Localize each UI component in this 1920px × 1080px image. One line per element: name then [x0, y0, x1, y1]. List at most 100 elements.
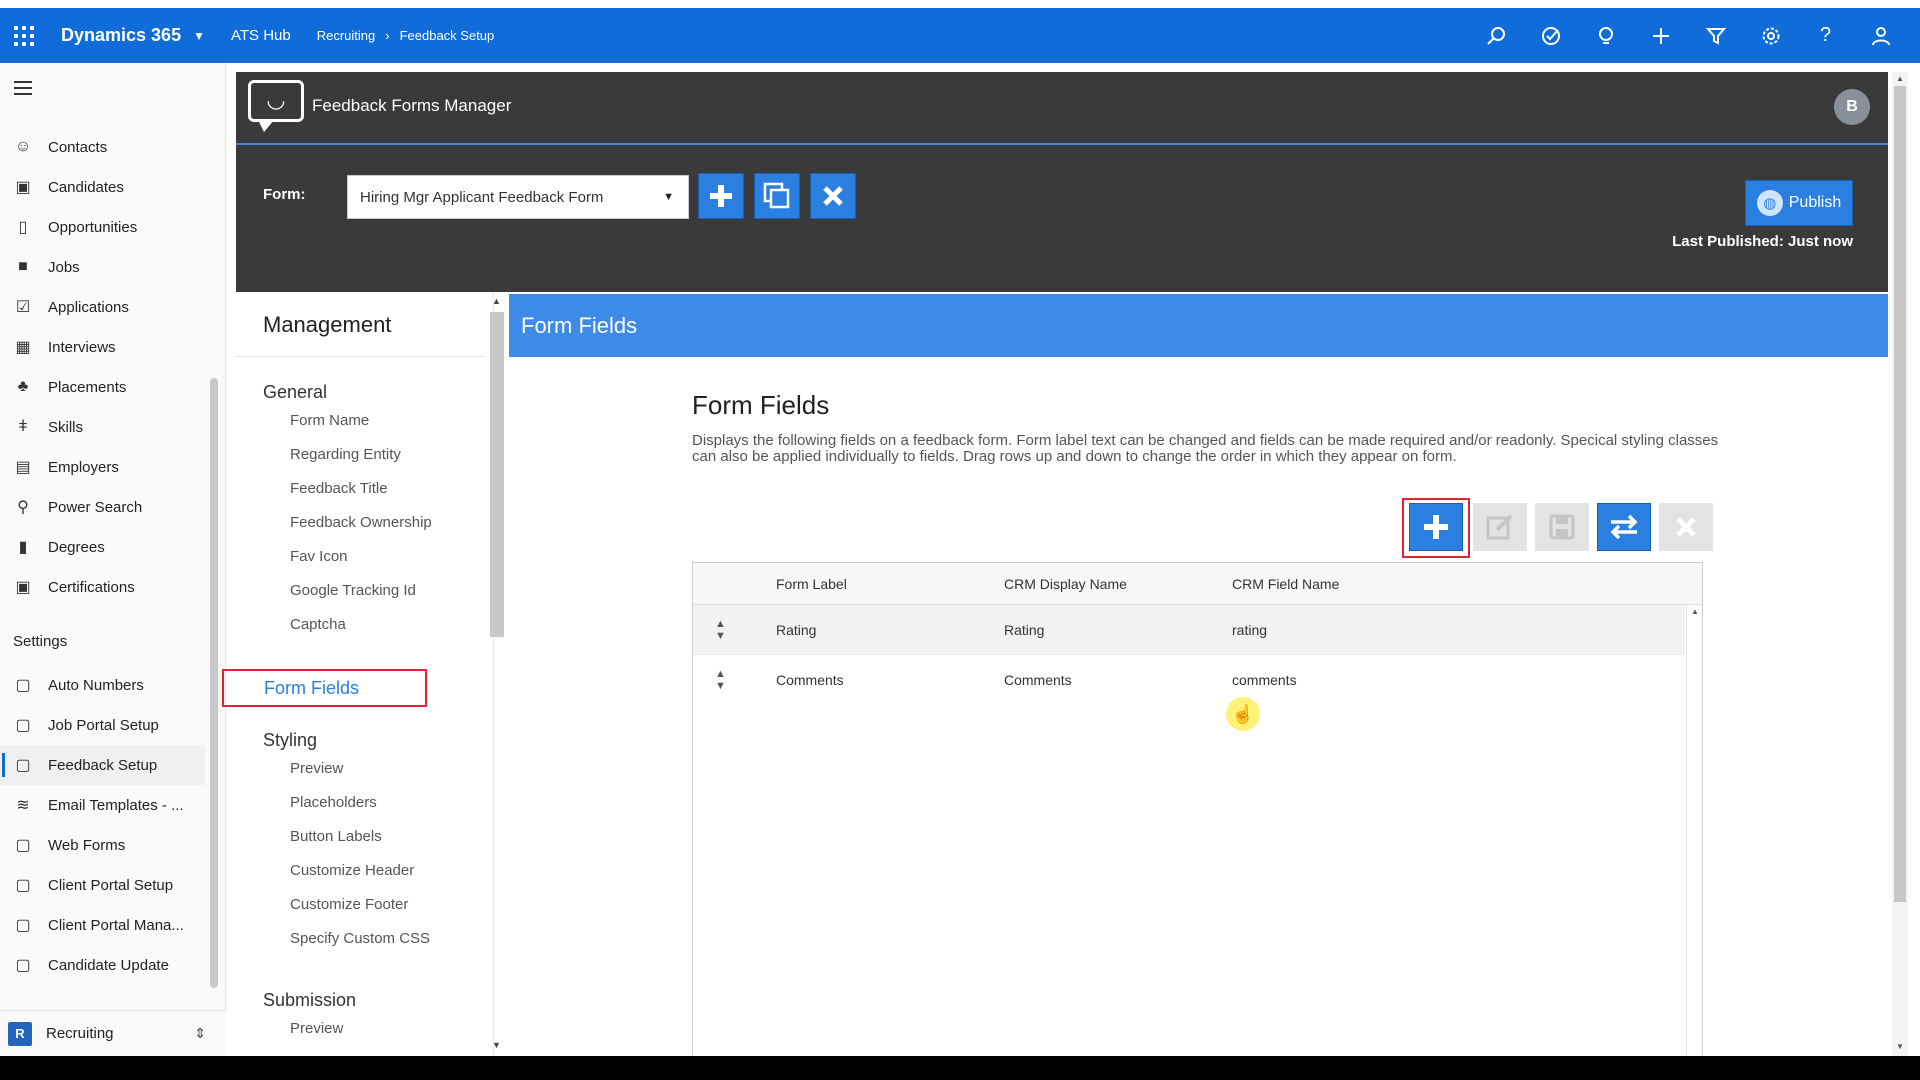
mgmt-item-fav-icon[interactable]: Fav Icon: [290, 548, 348, 565]
column-header-crm-display-name[interactable]: CRM Display Name: [1004, 563, 1127, 604]
grid-scrollbar[interactable]: ▲: [1686, 605, 1702, 1056]
sidebar-item-web-forms[interactable]: ▢ Web Forms: [0, 825, 205, 865]
sidebar-item-jobs[interactable]: ■ Jobs: [0, 247, 205, 287]
mgmt-item-captcha[interactable]: Captcha: [290, 616, 346, 633]
edit-field-button[interactable]: [1473, 503, 1527, 551]
breadcrumb-page: Feedback Setup: [399, 28, 495, 43]
mgmt-item-submission-preview[interactable]: Preview: [290, 1020, 343, 1037]
save-field-button[interactable]: [1535, 503, 1589, 551]
lightbulb-icon[interactable]: [1578, 26, 1633, 46]
area-switcher[interactable]: R Recruiting ⇕: [0, 1010, 226, 1056]
sidebar-item-label: Candidate Update: [48, 956, 169, 974]
sidebar-item-certifications[interactable]: ▣ Certifications: [0, 567, 205, 607]
hamburger-menu-icon[interactable]: [14, 81, 32, 99]
publish-button[interactable]: ◍ Publish: [1745, 180, 1853, 226]
search-icon[interactable]: [1468, 26, 1523, 46]
mgmt-item-placeholders[interactable]: Placeholders: [290, 794, 377, 811]
avatar[interactable]: B: [1834, 89, 1870, 125]
edit-icon: [1486, 514, 1513, 540]
copy-icon: [763, 182, 790, 209]
gear-icon[interactable]: [1743, 26, 1798, 46]
sidebar-item-label: Client Portal Setup: [48, 876, 174, 894]
filter-icon[interactable]: [1688, 26, 1743, 46]
scroll-up-icon[interactable]: ▲: [1896, 74, 1904, 83]
table-row[interactable]: ▲ ▼ Comments Comments comments: [693, 655, 1685, 705]
top-bar: Dynamics 365 ▼ ATS Hub Recruiting › Feed…: [0, 8, 1920, 63]
sidebar-item-client-portal-setup[interactable]: ▢ Client Portal Setup: [0, 865, 205, 905]
settings-header: Settings: [13, 633, 68, 650]
scroll-down-icon[interactable]: ▼: [492, 1040, 501, 1050]
add-form-button[interactable]: [698, 173, 744, 219]
sidebar-item-label: Certifications: [48, 578, 135, 596]
sidebar-item-power-search[interactable]: ⚲ Power Search: [0, 487, 205, 527]
group-submission[interactable]: Submission: [263, 990, 356, 1011]
table-row[interactable]: ▲ ▼ Rating Rating rating: [693, 605, 1685, 655]
left-nav: ☺ Contacts ▣ Candidates ▯ Opportunities …: [0, 63, 226, 1056]
chevron-down-icon[interactable]: ▼: [193, 29, 205, 43]
sidebar-item-label: Jobs: [48, 258, 80, 276]
mgmt-item-button-labels[interactable]: Button Labels: [290, 828, 382, 845]
delete-form-button[interactable]: [810, 173, 856, 219]
scroll-down-icon[interactable]: ▼: [1896, 1042, 1904, 1051]
drag-handle-icon[interactable]: ▲ ▼: [715, 655, 726, 705]
sidebar-item-opportunities[interactable]: ▯ Opportunities: [0, 207, 205, 247]
reorder-fields-button[interactable]: [1597, 503, 1651, 551]
sidebar-item-email-templates[interactable]: ≋ Email Templates - ...: [0, 785, 205, 825]
drag-handle-icon[interactable]: ▲ ▼: [715, 605, 726, 654]
mgmt-item-feedback-ownership[interactable]: Feedback Ownership: [290, 514, 432, 531]
app-name[interactable]: ATS Hub: [231, 27, 291, 44]
sidebar-item-applications[interactable]: ☑ Applications: [0, 287, 205, 327]
sidebar-item-job-portal-setup[interactable]: ▢ Job Portal Setup: [0, 705, 205, 745]
breadcrumb-area[interactable]: Recruiting: [317, 28, 376, 43]
add-field-button[interactable]: [1409, 503, 1463, 551]
sidebar-item-label: Contacts: [48, 138, 108, 156]
mgmt-item-regarding-entity[interactable]: Regarding Entity: [290, 446, 401, 463]
plus-icon: [710, 185, 732, 207]
layers-icon: ≋: [16, 797, 30, 814]
sidebar-item-candidate-update[interactable]: ▢ Candidate Update: [0, 945, 205, 985]
delete-field-button[interactable]: [1659, 503, 1713, 551]
mgmt-item-styling-preview[interactable]: Preview: [290, 760, 343, 777]
app-launcher-icon[interactable]: [12, 24, 36, 48]
help-icon[interactable]: ?: [1798, 24, 1853, 47]
group-styling[interactable]: Styling: [263, 730, 317, 751]
mgmt-item-customize-footer[interactable]: Customize Footer: [290, 896, 408, 913]
copy-form-button[interactable]: [754, 173, 800, 219]
scroll-up-icon[interactable]: ▲: [492, 296, 501, 306]
column-header-form-label[interactable]: Form Label: [776, 563, 847, 604]
globe-icon: ◍: [1756, 190, 1783, 216]
main-scrollbar-thumb[interactable]: [1894, 86, 1906, 902]
task-icon[interactable]: [1523, 26, 1578, 46]
mgmt-item-custom-css[interactable]: Specify Custom CSS: [290, 930, 430, 947]
sidebar-item-degrees[interactable]: ▮ Degrees: [0, 527, 205, 567]
mgmt-item-feedback-title[interactable]: Feedback Title: [290, 480, 388, 497]
plus-icon[interactable]: [1633, 26, 1688, 46]
cell-crm-display-name: Rating: [1004, 621, 1045, 638]
management-divider: [236, 356, 486, 357]
sidebar-item-candidates[interactable]: ▣ Candidates: [0, 167, 205, 207]
clipboard-icon: ▢: [15, 677, 31, 694]
form-fields-description: Displays the following fields on a feedb…: [692, 432, 1719, 465]
sidebar-item-employers[interactable]: ▤ Employers: [0, 447, 205, 487]
mgmt-item-customize-header[interactable]: Customize Header: [290, 862, 414, 879]
sidebar-item-client-portal-manager[interactable]: ▢ Client Portal Mana...: [0, 905, 205, 945]
group-general[interactable]: General: [263, 382, 327, 403]
sidebar-item-auto-numbers[interactable]: ▢ Auto Numbers: [0, 665, 205, 705]
sidebar-item-placements[interactable]: ♣ Placements: [0, 367, 205, 407]
mgmt-item-form-fields[interactable]: Form Fields: [222, 669, 427, 707]
sidebar-item-skills[interactable]: ǂ Skills: [0, 407, 205, 447]
mgmt-item-form-name[interactable]: Form Name: [290, 412, 369, 429]
brand-title[interactable]: Dynamics 365: [61, 25, 181, 46]
sidebar-scrollbar[interactable]: [210, 378, 218, 988]
sidebar-item-contacts[interactable]: ☺ Contacts: [0, 127, 205, 167]
chevron-updown-icon[interactable]: ⇕: [194, 1025, 206, 1042]
user-icon[interactable]: [1853, 26, 1908, 46]
main-scrollbar[interactable]: ▲ ▼: [1892, 72, 1908, 1056]
sidebar-item-feedback-setup[interactable]: ▢ Feedback Setup: [0, 745, 205, 785]
mgmt-item-google-tracking-id[interactable]: Google Tracking Id: [290, 582, 416, 599]
column-header-crm-field-name[interactable]: CRM Field Name: [1232, 563, 1339, 604]
sidebar-item-interviews[interactable]: ▦ Interviews: [0, 327, 205, 367]
form-select[interactable]: Hiring Mgr Applicant Feedback Form ▼: [347, 175, 689, 219]
management-scrollbar[interactable]: [490, 312, 504, 637]
scroll-up-icon[interactable]: ▲: [1691, 607, 1699, 616]
